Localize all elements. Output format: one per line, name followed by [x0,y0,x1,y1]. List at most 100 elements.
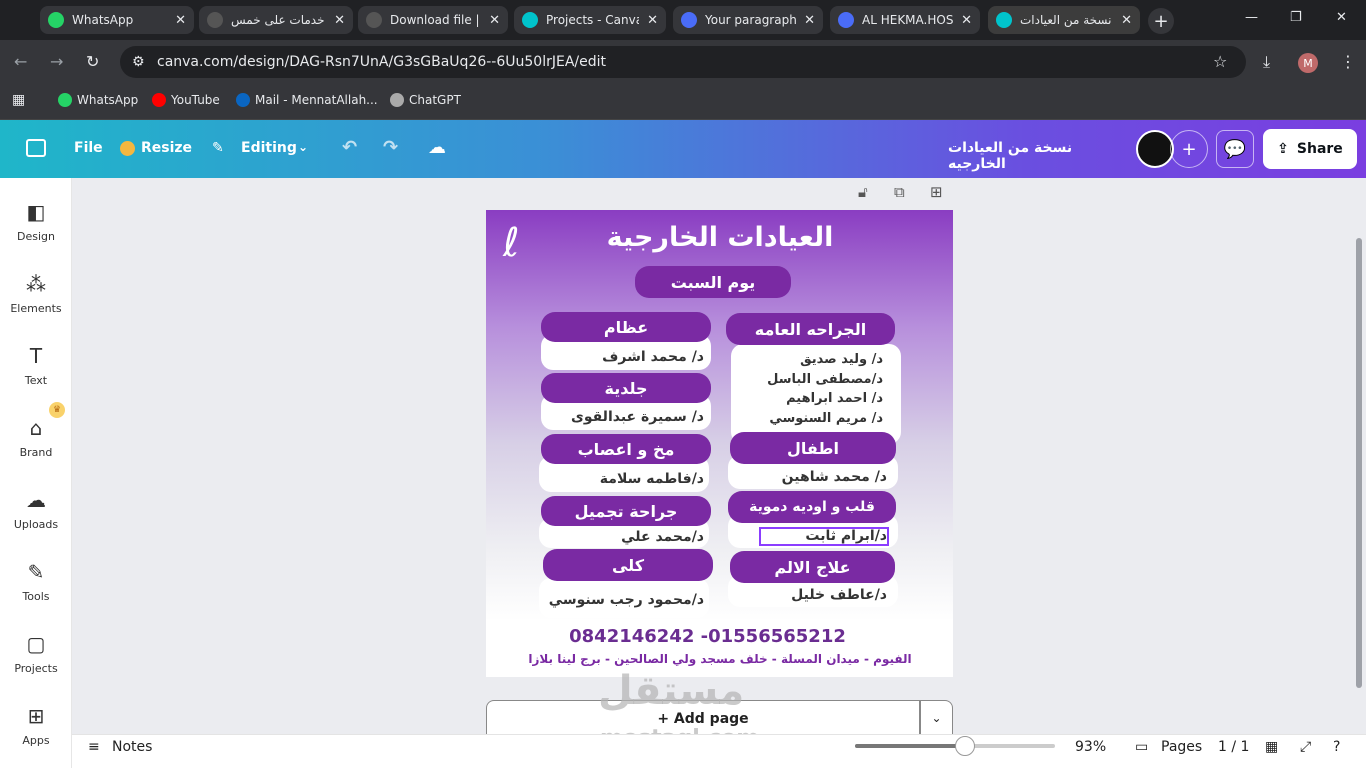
redo-icon[interactable]: ↷ [383,137,398,158]
new-tab-button[interactable]: + [1148,8,1174,34]
doctor-surgery-4[interactable]: د/ مريم السنوسي [731,411,883,426]
cloud-saved-icon[interactable]: ☁ [428,137,446,158]
grid-view-icon[interactable]: ▦ [1265,739,1278,755]
phone-numbers[interactable]: 0842146242 -01556565212 [560,626,855,647]
selection-box[interactable] [759,527,889,546]
sidebar-item-projects[interactable]: ▢ Projects [0,632,72,675]
url-bar[interactable]: canva.com/design/DAG-Rsn7UnA/G3sGBaUq26-… [120,46,1246,78]
day-pill[interactable]: يوم السبت [635,266,791,298]
close-tab-icon[interactable]: ✕ [1121,13,1132,28]
add-page-icon[interactable]: ⊞ [930,183,943,201]
browser-tab[interactable]: نسخة من العيادات ✕ [988,6,1140,34]
vertical-scrollbar[interactable] [1356,238,1362,688]
canva-icon [996,12,1012,28]
clinic-derma[interactable]: جلدية [541,373,711,403]
close-tab-icon[interactable]: ✕ [489,13,500,28]
notes-button[interactable]: Notes [112,739,152,755]
add-page-dropdown-icon[interactable]: ⌄ [920,700,953,734]
doctor-surgery-2[interactable]: د/مصطفى الباسل [731,372,883,387]
apps-grid-icon[interactable]: ▦ [12,92,25,108]
fullscreen-icon[interactable]: ⤢ [1300,739,1311,755]
clinic-pain[interactable]: علاج الالم [730,551,895,583]
doctor-bones[interactable]: د/ محمد اشرف [541,349,704,365]
sidebar-item-elements[interactable]: ⁂ Elements [0,272,72,315]
clinic-bones[interactable]: عظام [541,312,711,342]
add-collaborator-button[interactable]: + [1170,130,1208,168]
reload-icon[interactable]: ↻ [86,52,99,71]
zoom-slider-handle[interactable] [955,736,975,756]
clinic-peds[interactable]: اطفال [730,432,896,464]
bookmark-item[interactable]: Mail - MennatAllah... [236,93,378,107]
chevron-down-icon[interactable]: ⌄ [298,140,308,154]
forward-icon[interactable]: → [50,52,63,71]
close-tab-icon[interactable]: ✕ [334,13,345,28]
clinic-address[interactable]: الفيوم - ميدان المسلة - خلف مسجد ولي الص… [490,652,950,666]
clinic-kidney[interactable]: كلى [543,549,713,581]
bookmark-icon [152,93,166,107]
tools-icon: ✎ [27,560,45,584]
globe-icon [366,12,382,28]
comment-icon[interactable]: 💬 [1216,130,1254,168]
browser-tab[interactable]: WhatsApp ✕ [40,6,194,34]
bookmark-item[interactable]: WhatsApp [58,93,138,107]
editing-mode-button[interactable]: Editing [241,140,297,156]
file-menu[interactable]: File [74,140,103,156]
browser-menu-icon[interactable]: ⋮ [1340,52,1356,71]
close-window-icon[interactable]: ✕ [1336,10,1347,25]
side-panel-toggle-icon[interactable] [26,139,46,157]
doctor-neuro[interactable]: د/فاطمه سلامة [541,471,704,487]
design-title[interactable]: نسخة من العيادات الخارجيه [948,140,1110,172]
doctor-surgery-3[interactable]: د/ احمد ابراهيم [731,391,883,406]
lock-icon[interactable]: 🔓︎ [858,183,868,201]
doctor-plastic[interactable]: د/محمد علي [541,529,704,545]
help-icon[interactable]: ? [1333,739,1340,755]
design-title-text[interactable]: العيادات الخارجية [560,222,880,253]
doctor-pain[interactable]: د/عاطف خليل [731,587,887,603]
maximize-icon[interactable]: ❐ [1290,10,1302,25]
clinic-plastic[interactable]: جراحة تجميل [541,496,711,526]
bookmark-item[interactable]: YouTube [152,93,220,107]
profile-avatar[interactable]: M [1298,53,1318,73]
close-tab-icon[interactable]: ✕ [647,13,658,28]
download-icon[interactable]: ⤓ [1263,52,1270,72]
clinic-neuro[interactable]: مخ و اعصاب [541,434,711,464]
back-icon[interactable]: ← [14,52,27,71]
sidebar-item-text[interactable]: T Text [0,344,72,387]
notes-icon[interactable]: ≡ [88,739,100,755]
doctor-derma[interactable]: د/ سميرة عبدالقوى [541,409,704,425]
undo-icon[interactable]: ↶ [342,137,357,158]
resize-button[interactable]: Resize [141,140,192,156]
duplicate-page-icon[interactable]: ⧉ [894,183,905,201]
pages-icon[interactable]: ▭ [1135,739,1148,755]
close-tab-icon[interactable]: ✕ [175,13,186,28]
sidebar-item-uploads[interactable]: ☁ Uploads [0,488,72,531]
share-button[interactable]: ⇪ Share [1263,129,1357,169]
sidebar-item-design[interactable]: ◧ Design [0,200,72,243]
sidebar-item-label: Design [17,230,55,243]
tab-label: Download file | [390,13,480,27]
pages-button[interactable]: Pages [1161,739,1202,755]
zoom-percentage[interactable]: 93% [1075,739,1106,755]
browser-tab[interactable]: خدمات على خمس ✕ [199,6,353,34]
minimize-icon[interactable]: — [1245,10,1258,25]
doctor-surgery-1[interactable]: د/ وليد صديق [731,352,883,367]
sidebar-item-brand[interactable]: ⌂ Brand [0,416,72,459]
doctor-kidney[interactable]: د/محمود رجب سنوسي [539,592,704,608]
browser-tab[interactable]: AL HEKMA.HOS ✕ [830,6,980,34]
close-tab-icon[interactable]: ✕ [804,13,815,28]
browser-tab[interactable]: Download file | ✕ [358,6,508,34]
browser-tab[interactable]: Your paragraph ✕ [673,6,823,34]
bookmark-item[interactable]: ChatGPT [390,93,461,107]
sidebar-item-apps[interactable]: ⊞ Apps [0,704,72,747]
site-settings-icon[interactable]: ⚙ [132,54,145,70]
close-tab-icon[interactable]: ✕ [961,13,972,28]
clinic-surgery[interactable]: الجراحه العامه [726,313,895,345]
url-text: canva.com/design/DAG-Rsn7UnA/G3sGBaUq26-… [157,54,606,70]
doctor-peds[interactable]: د/ محمد شاهين [731,469,887,485]
clinic-cardio[interactable]: قلب و اوديه دموية [728,491,896,523]
collaborator-avatar[interactable] [1136,130,1174,168]
browser-tab[interactable]: Projects - Canva ✕ [514,6,666,34]
sidebar-item-tools[interactable]: ✎ Tools [0,560,72,603]
bookmark-star-icon[interactable]: ☆ [1213,52,1227,71]
bookmark-label: YouTube [171,93,220,107]
